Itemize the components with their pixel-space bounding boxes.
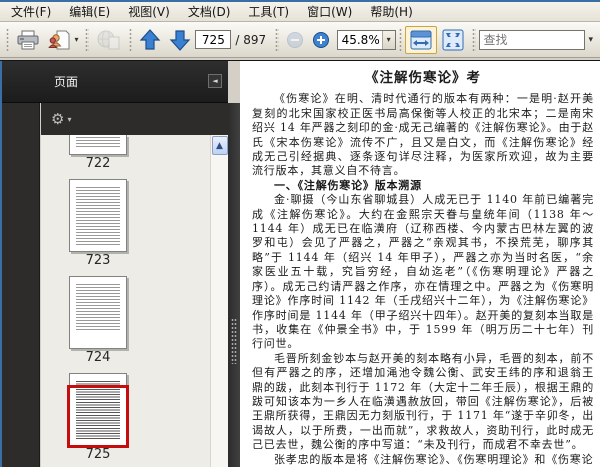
fit-width-icon	[409, 29, 433, 51]
print-button[interactable]	[12, 26, 44, 54]
minus-circle-icon	[286, 31, 304, 49]
thumbnail-label: 725	[69, 446, 127, 465]
thumbnail-page-image[interactable]	[69, 179, 127, 252]
document-title: 《注解伤寒论》考	[252, 71, 594, 85]
thumbnail-page-image[interactable]	[69, 373, 127, 446]
chevron-down-icon[interactable]: ▾	[382, 31, 395, 49]
toolbar-grip[interactable]	[472, 28, 475, 52]
current-view-red-outline[interactable]	[67, 385, 129, 448]
menu-window[interactable]: 窗口(W)	[298, 1, 361, 22]
fit-page-button[interactable]	[437, 26, 469, 54]
toolbar-grip[interactable]	[129, 28, 132, 52]
email-attach-button[interactable]: ▾	[44, 26, 82, 54]
navigation-tab-strip	[2, 103, 40, 467]
page-number-input[interactable]	[195, 30, 231, 49]
chevron-down-icon: ▾	[74, 35, 78, 44]
previous-page-button[interactable]	[135, 26, 165, 54]
zoom-in-button[interactable]	[308, 26, 334, 54]
thumbnail-label: 722	[69, 155, 127, 174]
chevron-down-icon[interactable]: ▾	[67, 115, 71, 124]
menu-help[interactable]: 帮助(H)	[361, 1, 421, 22]
document-page[interactable]: 《注解伤寒论》考 《伤寒论》在明、清时代通行的版本有两种：一是明·赵开美复刻的北…	[240, 61, 600, 467]
arrow-down-icon	[169, 28, 191, 52]
menu-edit[interactable]: 编辑(E)	[60, 1, 119, 22]
paragraph: 金·聊摄（今山东省聊城县）人成无已于 1140 年前已编著完成《注解伤寒论》。大…	[252, 193, 594, 351]
thumbnail-scrollbar[interactable]: ▲	[210, 135, 228, 467]
fit-width-button[interactable]	[405, 26, 437, 54]
collapse-panel-button collapse-left-icon[interactable]: ◄	[208, 74, 222, 88]
thumbnail-723[interactable]: 723	[41, 179, 210, 271]
menu-file[interactable]: 文件(F)	[2, 1, 60, 22]
page-thumbnail-list: 722 723 724 725	[41, 135, 210, 467]
toolbar-grip[interactable]	[6, 28, 9, 52]
page-total-label: / 897	[235, 33, 266, 47]
paragraph: 《伤寒论》在明、清时代通行的版本有两种：一是明·赵开美复刻的北宋国家校正医书局高…	[252, 92, 594, 178]
paragraph: 毛晋所刻金钞本与赵开美的刻本略有小异，毛晋的刻本，前不但有严器之的序，还增加渑池…	[252, 352, 594, 453]
thumbnail-725-current[interactable]: 725	[41, 373, 210, 465]
printer-icon	[16, 29, 40, 51]
paragraph: 张孝忠的版本是将《注解伤寒论》、《伤寒明理论》和《伤寒论	[252, 453, 594, 467]
email-page-icon	[48, 29, 72, 51]
toolbar: ▾ / 897	[0, 22, 600, 58]
thumbnail-722[interactable]: 722	[41, 135, 210, 174]
fit-page-icon	[441, 29, 465, 51]
toolbar-grip[interactable]	[85, 28, 88, 52]
section-heading: 一、《注解伤寒论》版本溯源	[252, 179, 594, 193]
splitter-grip-handle[interactable]	[231, 318, 237, 364]
menu-view[interactable]: 视图(V)	[119, 1, 179, 22]
thumbnail-724[interactable]: 724	[41, 276, 210, 368]
plus-circle-icon	[312, 31, 330, 49]
menu-tools[interactable]: 工具(T)	[239, 1, 298, 22]
web-capture-button	[92, 26, 126, 54]
pages-panel-header: 页面 ◄	[2, 61, 228, 103]
thumbnail-page-image[interactable]	[69, 276, 127, 349]
menu-document[interactable]: 文档(D)	[179, 1, 240, 22]
thumbnail-label: 724	[69, 349, 127, 368]
toolbar-grip[interactable]	[399, 28, 402, 52]
zoom-level-input[interactable]	[338, 31, 382, 48]
zoom-level-combo[interactable]: ▾	[337, 30, 396, 50]
toolbar-grip[interactable]	[275, 28, 278, 52]
zoom-out-button	[282, 26, 308, 54]
main-area: 页面 ◄ ⚙ ▾ 722 723 724	[0, 60, 600, 467]
thumbnail-page-image[interactable]	[69, 135, 127, 155]
thumbnail-label: 723	[69, 252, 127, 271]
panel-splitter[interactable]	[228, 103, 240, 467]
next-page-button[interactable]	[165, 26, 195, 54]
arrow-up-icon	[139, 28, 161, 52]
scroll-up-button scroll-up-icon[interactable]: ▲	[212, 136, 228, 155]
find-input[interactable]	[479, 30, 585, 50]
find-dropdown-caret chevron-down-icon[interactable]: ▾	[585, 35, 598, 45]
options-gear-icon[interactable]: ⚙	[51, 112, 64, 127]
pages-panel-toolbar: ⚙ ▾	[41, 103, 228, 135]
pdf-reader-window: 文件(F) 编辑(E) 视图(V) 文档(D) 工具(T) 窗口(W) 帮助(H…	[0, 0, 600, 467]
globe-page-icon	[96, 29, 122, 51]
menu-bar: 文件(F) 编辑(E) 视图(V) 文档(D) 工具(T) 窗口(W) 帮助(H…	[0, 2, 600, 22]
pages-panel-title: 页面	[54, 73, 78, 90]
